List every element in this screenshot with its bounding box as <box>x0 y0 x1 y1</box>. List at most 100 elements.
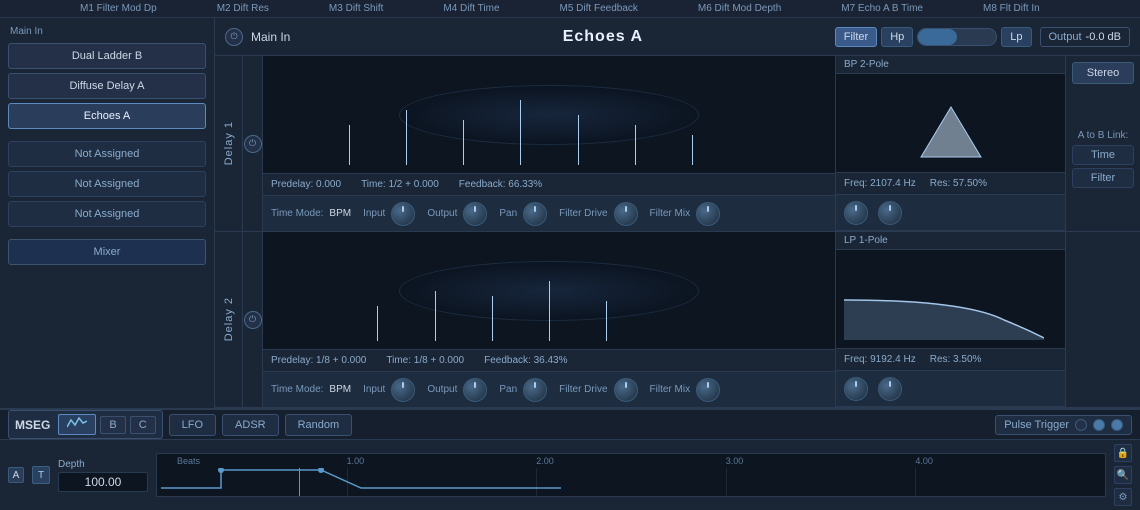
filter2-knob-2[interactable] <box>878 377 902 401</box>
beat-3-label: 3.00 <box>726 456 744 466</box>
pulse-dot-1[interactable] <box>1075 419 1087 431</box>
beat-4-label: 4.00 <box>915 456 933 466</box>
depth-label: Depth <box>58 459 148 470</box>
filter2-knob-1[interactable] <box>844 377 868 401</box>
filter-controls: Filter Hp Lp <box>835 27 1032 47</box>
mseg-label: MSEG <box>15 418 50 432</box>
lock-icon-btn[interactable]: 🔒 <box>1114 444 1132 462</box>
delay-tick <box>635 125 636 165</box>
delay2-filter-drive-knob[interactable] <box>614 378 638 402</box>
delay1-power[interactable]: ⏻ <box>243 56 263 231</box>
sidebar-item-diffuse-delay-a[interactable]: Diffuse Delay A <box>8 73 206 99</box>
sidebar: Main In Dual Ladder B Diffuse Delay A Ec… <box>0 18 215 408</box>
track-a-label[interactable]: A <box>8 467 24 483</box>
zoom-icon-btn[interactable]: 🔍 <box>1114 466 1132 484</box>
tab-b[interactable]: B <box>100 416 125 434</box>
adsr-tab-btn[interactable]: ADSR <box>222 414 279 436</box>
delay2-controls: Time Mode: BPM Input Output Pan <box>263 371 835 407</box>
delay2-time: Time: 1/8 + 0.000 <box>386 355 464 366</box>
delay1-pan-group: Pan <box>499 202 547 226</box>
sidebar-item-not-assigned-3[interactable]: Not Assigned <box>8 201 206 227</box>
power-button[interactable]: ⏻ <box>225 28 243 46</box>
delay2-filter-mix-group: Filter Mix <box>650 378 721 402</box>
delay1-filter-drive-group: Filter Drive <box>559 202 637 226</box>
delay1-predelay: Predelay: 0.000 <box>271 179 341 190</box>
delay2-feedback: Feedback: 36.43% <box>484 355 567 366</box>
filter2-controls <box>836 370 1065 406</box>
delay1-power-btn[interactable]: ⏻ <box>244 135 262 153</box>
hp-button[interactable]: Hp <box>881 27 913 47</box>
delay1-params: Predelay: 0.000 Time: 1/2 + 0.000 Feedba… <box>263 173 835 195</box>
t-button[interactable]: T <box>32 466 50 484</box>
delay1-output-knob[interactable] <box>463 202 487 226</box>
filter-slider[interactable] <box>917 28 997 46</box>
pulse-dot-2[interactable] <box>1093 419 1105 431</box>
delay2-output-knob[interactable] <box>463 378 487 402</box>
delay2-output-label: Output <box>427 384 457 395</box>
delay2-power[interactable]: ⏻ <box>243 232 263 407</box>
delay2-input-knob[interactable] <box>391 378 415 402</box>
delay2-params: Predelay: 1/8 + 0.000 Time: 1/8 + 0.000 … <box>263 349 835 371</box>
delay1-time-mode-group: Time Mode: BPM <box>271 208 351 219</box>
filter1-params: Freq: 2107.4 Hz Res: 57.50% <box>836 172 1065 194</box>
delay1-filter-mix-label: Filter Mix <box>650 208 691 219</box>
delay2-filter-mix-knob[interactable] <box>696 378 720 402</box>
delay1-output-group: Output <box>427 202 487 226</box>
top-bar-item: M6 Dift Mod Depth <box>698 3 781 14</box>
delay1-pan-knob[interactable] <box>523 202 547 226</box>
delay1-time-mode-value: BPM <box>329 208 351 219</box>
delay1-filter-mix-knob[interactable] <box>696 202 720 226</box>
delay2-pan-group: Pan <box>499 378 547 402</box>
time-link-item[interactable]: Time <box>1072 145 1134 165</box>
beat-labels-row: Beats 1.00 2.00 3.00 4.00 <box>157 456 1105 466</box>
delay2-power-btn[interactable]: ⏻ <box>244 311 262 329</box>
delay-tick <box>406 110 407 165</box>
random-tab-btn[interactable]: Random <box>285 414 353 436</box>
right-sidebar: Stereo A to B Link: Time Filter <box>1065 56 1140 231</box>
delay1-label-col: Delay 1 <box>215 56 243 231</box>
delays-container: Delay 1 ⏻ <box>215 56 1140 408</box>
delay1-filter-drive-knob[interactable] <box>614 202 638 226</box>
seq-curve-svg <box>161 468 561 492</box>
lp-button[interactable]: Lp <box>1001 27 1031 47</box>
sidebar-item-not-assigned-1[interactable]: Not Assigned <box>8 141 206 167</box>
delay2-time-mode-value: BPM <box>329 384 351 395</box>
filter1-knob-1[interactable] <box>844 201 868 225</box>
panel-header: ⏻ Main In Echoes A Filter Hp Lp Output -… <box>215 18 1140 56</box>
delay2-predelay: Predelay: 1/8 + 0.000 <box>271 355 366 366</box>
sidebar-item-echoes-a[interactable]: Echoes A <box>8 103 206 129</box>
delay-row-1: Delay 1 ⏻ <box>215 56 1140 232</box>
delay2-waveform <box>263 232 835 349</box>
sidebar-item-mixer[interactable]: Mixer <box>8 239 206 265</box>
sequencer-area[interactable]: Beats 1.00 2.00 3.00 4.00 <box>156 453 1106 497</box>
filter-button[interactable]: Filter <box>835 27 877 47</box>
delay1-input-knob[interactable] <box>391 202 415 226</box>
delay2-pan-knob[interactable] <box>523 378 547 402</box>
filter1-panel: BP 2-Pole Freq: 2107.4 Hz Res: 57.50% <box>835 56 1065 231</box>
tab-a[interactable] <box>58 414 96 435</box>
depth-group: Depth 100.00 <box>58 459 148 492</box>
delay-tick <box>578 115 579 165</box>
sidebar-item-not-assigned-2[interactable]: Not Assigned <box>8 171 206 197</box>
stereo-button[interactable]: Stereo <box>1072 62 1134 84</box>
filter1-knob-2[interactable] <box>878 201 902 225</box>
tab-c[interactable]: C <box>130 416 156 434</box>
output-control: Output -0.0 dB <box>1040 27 1131 47</box>
delay1-main: Predelay: 0.000 Time: 1/2 + 0.000 Feedba… <box>263 56 835 231</box>
delay1-waveform <box>263 56 835 173</box>
sidebar-item-dual-ladder-b[interactable]: Dual Ladder B <box>8 43 206 69</box>
delay2-time-mode-group: Time Mode: BPM <box>271 384 351 395</box>
grid-line-3 <box>726 468 727 496</box>
delay-tick <box>692 135 693 165</box>
filter-link-item[interactable]: Filter <box>1072 168 1134 188</box>
seq-icons: 🔒 🔍 ⚙ <box>1114 444 1132 506</box>
filter2-res: Res: 3.50% <box>930 354 982 365</box>
top-bar-item: M2 Dift Res <box>217 3 269 14</box>
main-content: Main In Dual Ladder B Diffuse Delay A Ec… <box>0 18 1140 408</box>
delay1-filter-mix-group: Filter Mix <box>650 202 721 226</box>
grid-line-4 <box>915 468 916 496</box>
settings-icon-btn[interactable]: ⚙ <box>1114 488 1132 506</box>
pulse-dot-3[interactable] <box>1111 419 1123 431</box>
main-in-label: Main In <box>251 30 371 44</box>
lfo-tab-btn[interactable]: LFO <box>169 414 216 436</box>
